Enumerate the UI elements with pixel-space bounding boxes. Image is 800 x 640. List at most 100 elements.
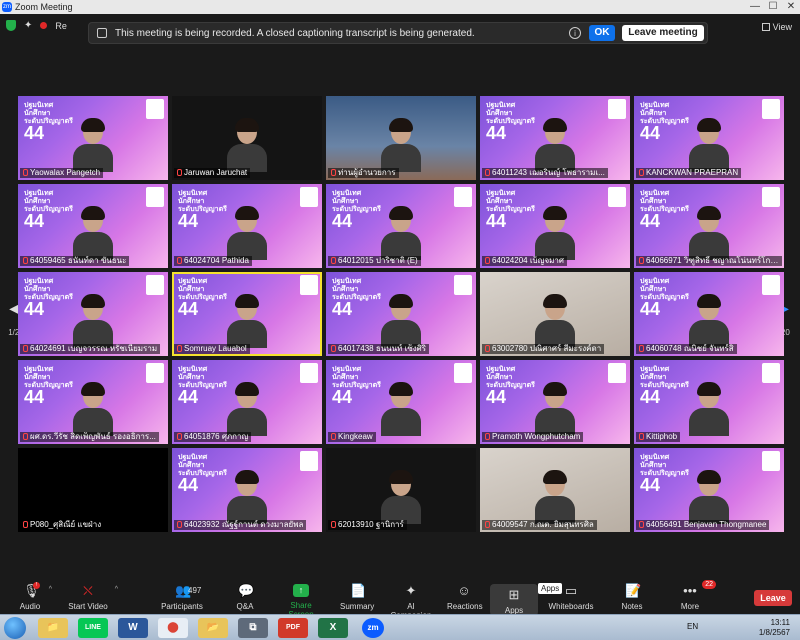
- university-logo-icon: [300, 187, 318, 207]
- leave-meeting-button[interactable]: Leave meeting: [622, 25, 704, 41]
- person-hair: [543, 382, 567, 396]
- muted-mic-icon: [639, 433, 644, 440]
- participant-tile[interactable]: ปฐมนิเทศ นักศึกษา ระดับปริญญาตรี 44 64060748…: [634, 272, 784, 356]
- pdf-reader-icon[interactable]: PDF: [278, 618, 308, 638]
- participant-name-text: Kingkeaw: [338, 432, 373, 441]
- promo-number: 44: [486, 387, 507, 407]
- participant-video: [73, 294, 113, 348]
- promo-line: ปฐมนิเทศ: [178, 454, 208, 461]
- folder-icon[interactable]: 📂: [198, 618, 228, 638]
- participant-tile[interactable]: ปฐมนิเทศ นักศึกษา ระดับปริญญาตรี 44 64011243…: [480, 96, 630, 180]
- participant-tile[interactable]: 63002780 ปณิศาศร์ สีมะรงค์ดา: [480, 272, 630, 356]
- person-body: [689, 408, 729, 436]
- participants-button[interactable]: 👥 497 Participants: [158, 584, 206, 612]
- participant-tile[interactable]: ปฐมนิเทศ นักศึกษา ระดับปริญญาตรี 44 Kingkeaw: [326, 360, 476, 444]
- participant-tile[interactable]: 62013910 ฐานิการ์: [326, 448, 476, 532]
- person-hair: [389, 470, 413, 484]
- participant-tile[interactable]: ปฐมนิเทศ นักศึกษา ระดับปริญญาตรี 44 ผศ.ดร.วี…: [18, 360, 168, 444]
- promo-line: ปฐมนิเทศ: [24, 278, 54, 285]
- muted-mic-icon: [177, 433, 182, 440]
- windows-start-button[interactable]: [4, 617, 26, 639]
- promo-number: 44: [640, 475, 661, 495]
- whiteboard-icon: ▭: [564, 583, 578, 598]
- participant-tile[interactable]: ปฐมนิเทศ นักศึกษา ระดับปริญญาตรี 44 64017438…: [326, 272, 476, 356]
- more-notification-badge: 22: [702, 580, 716, 589]
- participant-tile[interactable]: ปฐมนิเทศ นักศึกษา ระดับปริญญาตรี 44 64012015…: [326, 184, 476, 268]
- ok-button[interactable]: OK: [589, 25, 615, 41]
- window-switcher-icon[interactable]: ⧉: [238, 618, 268, 638]
- view-button[interactable]: View: [761, 22, 792, 32]
- system-clock[interactable]: 13:11 1/8/2567: [759, 618, 790, 638]
- zoom-taskbar-icon[interactable]: zm: [362, 618, 384, 638]
- excel-icon[interactable]: X: [318, 618, 348, 638]
- participant-tile[interactable]: P080_ศุสิณีย์ แขฝ่าง: [18, 448, 168, 532]
- participant-tile[interactable]: ปฐมนิเทศ นักศึกษา ระดับปริญญาตรี 44 Kittipho…: [634, 360, 784, 444]
- participant-tile[interactable]: ปฐมนิเทศ นักศึกษา ระดับปริญญาตรี 44 Pramoth …: [480, 360, 630, 444]
- chrome-icon[interactable]: ⬤: [158, 618, 188, 638]
- word-icon[interactable]: W: [118, 618, 148, 638]
- participant-video: [689, 118, 729, 172]
- participant-tile[interactable]: ปฐมนิเทศ นักศึกษา ระดับปริญญาตรี 44 64066971…: [634, 184, 784, 268]
- promo-line: นักศึกษา: [332, 374, 359, 381]
- participant-video: [381, 294, 421, 348]
- summary-button[interactable]: 📄 Summary: [340, 583, 374, 612]
- audio-button[interactable]: 🎙! Audio ^: [16, 582, 52, 611]
- video-gallery: ปฐมนิเทศ นักศึกษา ระดับปริญญาตรี 44 Yaowalax…: [18, 96, 786, 532]
- participant-name: 64024691 เบญจวรรณ หรัชเนียมราม: [20, 344, 161, 354]
- participant-video: [381, 206, 421, 260]
- chevron-up-icon[interactable]: ^: [49, 586, 52, 593]
- maximize-button[interactable]: ☐: [764, 0, 782, 14]
- more-button[interactable]: ••• 22 More: [678, 580, 716, 611]
- university-logo-icon: [300, 451, 318, 471]
- participant-tile[interactable]: ปฐมนิเทศ นักศึกษา ระดับปริญญาตรี 44 64024704…: [172, 184, 322, 268]
- share-screen-icon: ↑: [293, 584, 309, 597]
- leave-button[interactable]: Leave: [754, 590, 792, 606]
- recording-icon[interactable]: [40, 22, 48, 29]
- promo-line: นักศึกษา: [640, 374, 667, 381]
- person-hair: [697, 206, 721, 220]
- apps-button[interactable]: ⊞ Apps: [490, 584, 538, 616]
- qa-button[interactable]: 💬 Q&A: [233, 584, 257, 612]
- person-hair: [235, 470, 259, 484]
- participant-tile[interactable]: ปฐมนิเทศ นักศึกษา ระดับปริญญาตรี 44 64024691…: [18, 272, 168, 356]
- participant-tile[interactable]: ปฐมนิเทศ นักศึกษา ระดับปริญญาตรี 44 64024204…: [480, 184, 630, 268]
- participant-tile[interactable]: ปฐมนิเทศ นักศึกษา ระดับปริญญาตรี 44 KANCKWAN…: [634, 96, 784, 180]
- promo-line: ปฐมนิเทศ: [640, 278, 670, 285]
- window-title: Zoom Meeting: [15, 2, 73, 12]
- promo-line: นักศึกษา: [178, 462, 205, 469]
- participant-name: P080_ศุสิณีย์ แขฝ่าง: [20, 520, 105, 530]
- start-video-button[interactable]: ⛌ Start Video ^: [66, 584, 118, 612]
- participant-tile[interactable]: ปฐมนิเทศ นักศึกษา ระดับปริญญาตรี 44 64059465…: [18, 184, 168, 268]
- file-explorer-icon[interactable]: 📁: [38, 618, 68, 638]
- participant-tile[interactable]: ปฐมนิเทศ นักศึกษา ระดับปริญญาตรี 44 64023932…: [172, 448, 322, 532]
- participant-name: 64017438 ธนนนท์ เซ็งศิริ: [328, 344, 430, 354]
- participant-tile[interactable]: ท่านผู้อำนวยการ: [326, 96, 476, 180]
- summary-icon: 📄: [350, 583, 367, 598]
- minimize-button[interactable]: —: [746, 0, 764, 14]
- participant-name-text: Yaowalax Pangetch: [30, 168, 101, 177]
- participant-name-text: 64017438 ธนนนท์ เซ็งศิริ: [338, 344, 427, 353]
- close-button[interactable]: ✕: [782, 0, 800, 14]
- participant-tile[interactable]: Jaruwan Jaruchat: [172, 96, 322, 180]
- participant-tile[interactable]: ปฐมนิเทศ นักศึกษา ระดับปริญญาตรี 44 64056491…: [634, 448, 784, 532]
- participant-tile[interactable]: ปฐมนิเทศ นักศึกษา ระดับปริญญาตรี 44 Somruay …: [172, 272, 322, 356]
- info-icon[interactable]: i: [569, 27, 581, 39]
- university-logo-icon: [762, 363, 780, 383]
- notes-button[interactable]: 📝 Notes: [620, 583, 644, 612]
- reactions-button[interactable]: ☺ Reactions: [447, 584, 483, 612]
- more-icon: ••• 22: [683, 580, 716, 598]
- ai-companion-icon: ✦: [405, 583, 417, 598]
- participant-tile[interactable]: 64009547 ก.ณต. ยิ้มสุนทรศิล: [480, 448, 630, 532]
- ai-sparkle-icon[interactable]: ✦: [24, 20, 32, 31]
- zoom-window: zm Zoom Meeting — ☐ ✕ ✦ Re This meeting …: [0, 0, 800, 640]
- chevron-up-icon[interactable]: ^: [115, 586, 118, 593]
- line-app-icon[interactable]: LINE: [78, 618, 108, 638]
- shield-icon[interactable]: [6, 20, 16, 31]
- transcript-icon: [97, 28, 107, 38]
- participant-tile[interactable]: ปฐมนิเทศ นักศึกษา ระดับปริญญาตรี 44 64051876…: [172, 360, 322, 444]
- muted-mic-icon: [23, 433, 28, 440]
- notes-icon: 📝: [625, 583, 642, 598]
- participant-tile[interactable]: ปฐมนิเทศ นักศึกษา ระดับปริญญาตรี 44 Yaowalax…: [18, 96, 168, 180]
- participant-name: 64009547 ก.ณต. ยิ้มสุนทรศิล: [482, 520, 597, 530]
- language-indicator[interactable]: EN: [687, 622, 698, 631]
